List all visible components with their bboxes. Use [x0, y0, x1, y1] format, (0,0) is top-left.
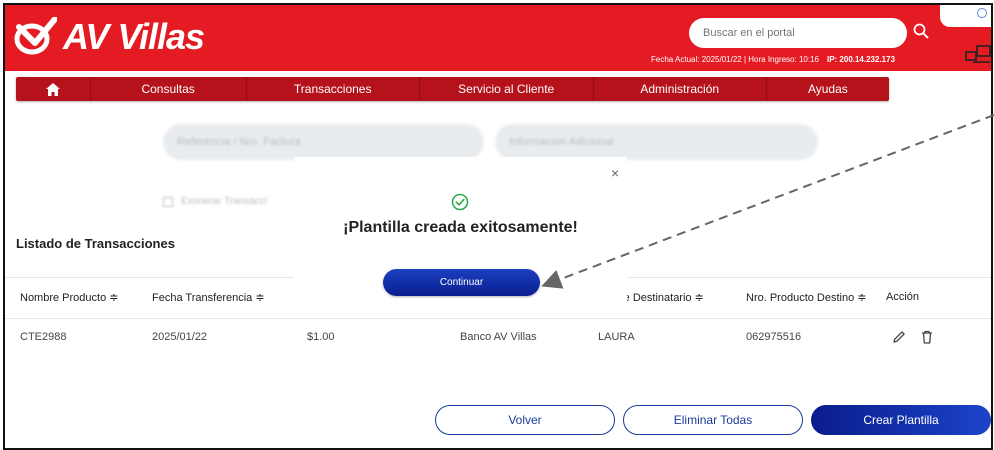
- exonerar-checkbox[interactable]: Exonerar Transacci: [163, 196, 267, 207]
- modal-title: ¡Plantilla creada exitosamente!: [343, 219, 578, 236]
- help-icon: [977, 8, 987, 18]
- session-ip: IP: 200.14.232.173: [826, 55, 896, 64]
- list-title: Listado de Transacciones: [16, 236, 175, 251]
- eliminar-todas-button[interactable]: Eliminar Todas: [623, 405, 803, 435]
- nav-item-ayudas[interactable]: Ayudas: [767, 77, 889, 101]
- av-villas-logo-icon: [14, 17, 57, 55]
- nav-home[interactable]: [16, 77, 91, 101]
- cell-destinatario: LAURA: [598, 331, 635, 343]
- search-box[interactable]: [689, 18, 907, 48]
- column-header-nombre-producto[interactable]: Nombre Producto ≑: [20, 291, 118, 304]
- logo-text: AV Villas: [63, 16, 205, 57]
- trash-icon[interactable]: [919, 329, 935, 345]
- cell-nro-destino: 062975516: [746, 331, 802, 343]
- crear-plantilla-button[interactable]: Crear Plantilla: [811, 405, 991, 435]
- exonerar-label: Exonerar Transacci: [181, 196, 268, 207]
- top-header: AV Villas Fecha Actual: 2025/01/22 | Hor…: [5, 5, 991, 71]
- corner-widget[interactable]: [940, 5, 991, 27]
- edit-pencil-icon[interactable]: [891, 329, 907, 345]
- nav-item-servicio-cliente[interactable]: Servicio al Cliente: [420, 77, 594, 101]
- cell-producto: CTE2988: [20, 331, 67, 343]
- session-date-time: Fecha Actual: 2025/01/22 | Hora Ingreso:…: [651, 55, 819, 64]
- search-input[interactable]: [701, 26, 875, 40]
- informacion-adicional-input[interactable]: Informacion Adicional: [495, 124, 818, 160]
- nav-item-consultas[interactable]: Consultas: [91, 77, 247, 101]
- volver-button[interactable]: Volver: [435, 405, 615, 435]
- checkbox-box: [163, 196, 173, 207]
- cell-valor: $1.00: [307, 331, 335, 343]
- column-header-nro-producto-destino[interactable]: Nro. Producto Destino ≑: [746, 291, 867, 304]
- close-icon[interactable]: ×: [611, 165, 619, 181]
- success-modal: × ¡Plantilla creada exitosamente! Contin…: [294, 157, 627, 301]
- session-info: Fecha Actual: 2025/01/22 | Hora Ingreso:…: [651, 55, 895, 64]
- app-frame: AV Villas Fecha Actual: 2025/01/22 | Hor…: [3, 3, 993, 450]
- continuar-button[interactable]: Continuar: [383, 269, 540, 296]
- search-icon[interactable]: [913, 23, 929, 39]
- column-header-destinatario[interactable]: re Destinatario ≑: [620, 291, 704, 304]
- nav-item-administracion[interactable]: Administración: [594, 77, 767, 101]
- logo[interactable]: AV Villas: [13, 15, 205, 59]
- main-nav: Consultas Transacciones Servicio al Clie…: [16, 77, 889, 101]
- home-icon: [45, 82, 60, 96]
- column-header-fecha-transferencia[interactable]: Fecha Transferencia ≑: [152, 291, 265, 304]
- cell-banco: Banco AV Villas: [460, 331, 537, 343]
- computer-icon[interactable]: [965, 43, 991, 65]
- nav-item-transacciones[interactable]: Transacciones: [247, 77, 420, 101]
- cell-fecha: 2025/01/22: [152, 331, 208, 343]
- column-header-accion: Acción: [886, 291, 920, 303]
- referencia-input[interactable]: Referencia / Nro. Factura: [163, 124, 484, 160]
- success-check-icon: [451, 193, 469, 211]
